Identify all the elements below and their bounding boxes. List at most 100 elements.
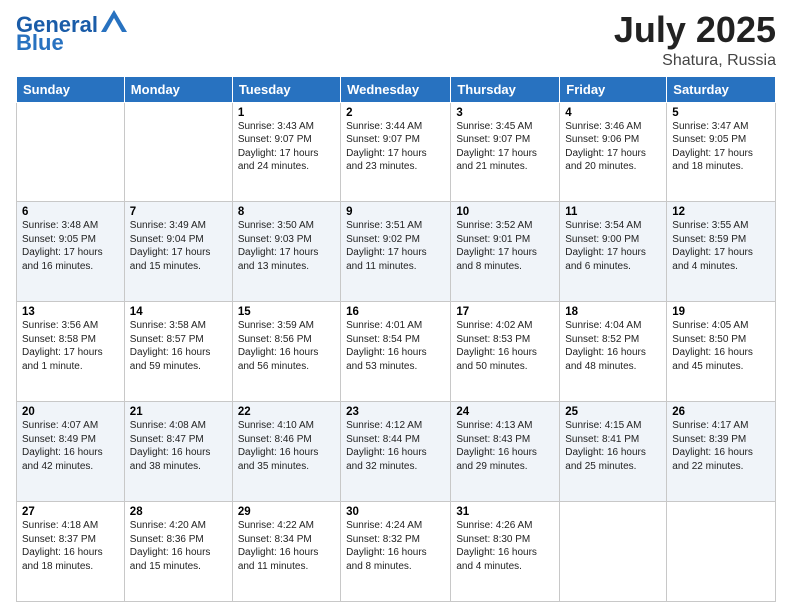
logo-text-blue: Blue bbox=[16, 32, 64, 54]
day-number: 14 bbox=[130, 306, 227, 318]
col-wednesday: Wednesday bbox=[341, 76, 451, 102]
logo: General Blue bbox=[16, 14, 127, 54]
logo-icon bbox=[101, 10, 127, 32]
table-cell: 25Sunrise: 4:15 AMSunset: 8:41 PMDayligh… bbox=[560, 402, 667, 502]
table-cell: 20Sunrise: 4:07 AMSunset: 8:49 PMDayligh… bbox=[17, 402, 125, 502]
col-friday: Friday bbox=[560, 76, 667, 102]
day-number: 10 bbox=[456, 206, 554, 218]
calendar-week-row: 6Sunrise: 3:48 AMSunset: 9:05 PMDaylight… bbox=[17, 202, 776, 302]
day-number: 13 bbox=[22, 306, 119, 318]
table-cell bbox=[17, 102, 125, 202]
day-number: 18 bbox=[565, 306, 661, 318]
table-cell bbox=[560, 502, 667, 602]
day-info: Sunrise: 3:51 AMSunset: 9:02 PMDaylight:… bbox=[346, 219, 445, 273]
header: General Blue July 2025 Shatura, Russia bbox=[16, 10, 776, 70]
day-info: Sunrise: 3:44 AMSunset: 9:07 PMDaylight:… bbox=[346, 120, 445, 174]
day-number: 2 bbox=[346, 107, 445, 119]
day-number: 9 bbox=[346, 206, 445, 218]
day-number: 1 bbox=[238, 107, 335, 119]
table-cell: 1Sunrise: 3:43 AMSunset: 9:07 PMDaylight… bbox=[232, 102, 340, 202]
table-cell: 6Sunrise: 3:48 AMSunset: 9:05 PMDaylight… bbox=[17, 202, 125, 302]
day-number: 6 bbox=[22, 206, 119, 218]
day-number: 21 bbox=[130, 406, 227, 418]
table-cell: 22Sunrise: 4:10 AMSunset: 8:46 PMDayligh… bbox=[232, 402, 340, 502]
day-info: Sunrise: 4:15 AMSunset: 8:41 PMDaylight:… bbox=[565, 419, 661, 473]
day-number: 29 bbox=[238, 506, 335, 518]
day-info: Sunrise: 3:52 AMSunset: 9:01 PMDaylight:… bbox=[456, 219, 554, 273]
day-number: 3 bbox=[456, 107, 554, 119]
day-number: 17 bbox=[456, 306, 554, 318]
table-cell: 12Sunrise: 3:55 AMSunset: 8:59 PMDayligh… bbox=[667, 202, 776, 302]
day-info: Sunrise: 3:50 AMSunset: 9:03 PMDaylight:… bbox=[238, 219, 335, 273]
day-number: 23 bbox=[346, 406, 445, 418]
day-info: Sunrise: 4:17 AMSunset: 8:39 PMDaylight:… bbox=[672, 419, 770, 473]
day-info: Sunrise: 3:46 AMSunset: 9:06 PMDaylight:… bbox=[565, 120, 661, 174]
day-info: Sunrise: 4:07 AMSunset: 8:49 PMDaylight:… bbox=[22, 419, 119, 473]
table-cell: 3Sunrise: 3:45 AMSunset: 9:07 PMDaylight… bbox=[451, 102, 560, 202]
col-sunday: Sunday bbox=[17, 76, 125, 102]
table-cell: 2Sunrise: 3:44 AMSunset: 9:07 PMDaylight… bbox=[341, 102, 451, 202]
day-info: Sunrise: 3:43 AMSunset: 9:07 PMDaylight:… bbox=[238, 120, 335, 174]
table-cell: 7Sunrise: 3:49 AMSunset: 9:04 PMDaylight… bbox=[124, 202, 232, 302]
day-info: Sunrise: 4:26 AMSunset: 8:30 PMDaylight:… bbox=[456, 519, 554, 573]
day-info: Sunrise: 4:08 AMSunset: 8:47 PMDaylight:… bbox=[130, 419, 227, 473]
day-info: Sunrise: 4:13 AMSunset: 8:43 PMDaylight:… bbox=[456, 419, 554, 473]
day-info: Sunrise: 4:01 AMSunset: 8:54 PMDaylight:… bbox=[346, 319, 445, 373]
table-cell: 27Sunrise: 4:18 AMSunset: 8:37 PMDayligh… bbox=[17, 502, 125, 602]
day-number: 19 bbox=[672, 306, 770, 318]
table-cell: 31Sunrise: 4:26 AMSunset: 8:30 PMDayligh… bbox=[451, 502, 560, 602]
day-info: Sunrise: 4:20 AMSunset: 8:36 PMDaylight:… bbox=[130, 519, 227, 573]
table-cell: 13Sunrise: 3:56 AMSunset: 8:58 PMDayligh… bbox=[17, 302, 125, 402]
table-cell: 11Sunrise: 3:54 AMSunset: 9:00 PMDayligh… bbox=[560, 202, 667, 302]
day-info: Sunrise: 4:05 AMSunset: 8:50 PMDaylight:… bbox=[672, 319, 770, 373]
day-info: Sunrise: 3:56 AMSunset: 8:58 PMDaylight:… bbox=[22, 319, 119, 373]
day-number: 11 bbox=[565, 206, 661, 218]
day-info: Sunrise: 3:55 AMSunset: 8:59 PMDaylight:… bbox=[672, 219, 770, 273]
calendar-week-row: 20Sunrise: 4:07 AMSunset: 8:49 PMDayligh… bbox=[17, 402, 776, 502]
table-cell: 15Sunrise: 3:59 AMSunset: 8:56 PMDayligh… bbox=[232, 302, 340, 402]
calendar-week-row: 13Sunrise: 3:56 AMSunset: 8:58 PMDayligh… bbox=[17, 302, 776, 402]
day-info: Sunrise: 4:22 AMSunset: 8:34 PMDaylight:… bbox=[238, 519, 335, 573]
table-cell: 9Sunrise: 3:51 AMSunset: 9:02 PMDaylight… bbox=[341, 202, 451, 302]
day-number: 15 bbox=[238, 306, 335, 318]
table-cell: 23Sunrise: 4:12 AMSunset: 8:44 PMDayligh… bbox=[341, 402, 451, 502]
day-number: 8 bbox=[238, 206, 335, 218]
day-info: Sunrise: 3:54 AMSunset: 9:00 PMDaylight:… bbox=[565, 219, 661, 273]
table-cell bbox=[667, 502, 776, 602]
calendar-table: Sunday Monday Tuesday Wednesday Thursday… bbox=[16, 76, 776, 602]
table-cell: 8Sunrise: 3:50 AMSunset: 9:03 PMDaylight… bbox=[232, 202, 340, 302]
day-info: Sunrise: 3:59 AMSunset: 8:56 PMDaylight:… bbox=[238, 319, 335, 373]
table-cell: 17Sunrise: 4:02 AMSunset: 8:53 PMDayligh… bbox=[451, 302, 560, 402]
table-cell: 30Sunrise: 4:24 AMSunset: 8:32 PMDayligh… bbox=[341, 502, 451, 602]
day-number: 26 bbox=[672, 406, 770, 418]
day-number: 22 bbox=[238, 406, 335, 418]
day-info: Sunrise: 4:02 AMSunset: 8:53 PMDaylight:… bbox=[456, 319, 554, 373]
day-info: Sunrise: 4:18 AMSunset: 8:37 PMDaylight:… bbox=[22, 519, 119, 573]
day-info: Sunrise: 4:12 AMSunset: 8:44 PMDaylight:… bbox=[346, 419, 445, 473]
day-number: 24 bbox=[456, 406, 554, 418]
table-cell: 19Sunrise: 4:05 AMSunset: 8:50 PMDayligh… bbox=[667, 302, 776, 402]
calendar-week-row: 1Sunrise: 3:43 AMSunset: 9:07 PMDaylight… bbox=[17, 102, 776, 202]
table-cell: 16Sunrise: 4:01 AMSunset: 8:54 PMDayligh… bbox=[341, 302, 451, 402]
table-cell: 4Sunrise: 3:46 AMSunset: 9:06 PMDaylight… bbox=[560, 102, 667, 202]
col-thursday: Thursday bbox=[451, 76, 560, 102]
day-info: Sunrise: 4:10 AMSunset: 8:46 PMDaylight:… bbox=[238, 419, 335, 473]
calendar-week-row: 27Sunrise: 4:18 AMSunset: 8:37 PMDayligh… bbox=[17, 502, 776, 602]
table-cell: 21Sunrise: 4:08 AMSunset: 8:47 PMDayligh… bbox=[124, 402, 232, 502]
title-month: July 2025 bbox=[614, 10, 776, 50]
day-number: 5 bbox=[672, 107, 770, 119]
table-cell: 14Sunrise: 3:58 AMSunset: 8:57 PMDayligh… bbox=[124, 302, 232, 402]
day-number: 7 bbox=[130, 206, 227, 218]
table-cell: 24Sunrise: 4:13 AMSunset: 8:43 PMDayligh… bbox=[451, 402, 560, 502]
table-cell: 26Sunrise: 4:17 AMSunset: 8:39 PMDayligh… bbox=[667, 402, 776, 502]
day-number: 12 bbox=[672, 206, 770, 218]
day-info: Sunrise: 3:47 AMSunset: 9:05 PMDaylight:… bbox=[672, 120, 770, 174]
day-number: 4 bbox=[565, 107, 661, 119]
page: General Blue July 2025 Shatura, Russia S… bbox=[0, 0, 792, 612]
col-monday: Monday bbox=[124, 76, 232, 102]
day-number: 20 bbox=[22, 406, 119, 418]
day-number: 31 bbox=[456, 506, 554, 518]
title-block: July 2025 Shatura, Russia bbox=[614, 10, 776, 70]
col-tuesday: Tuesday bbox=[232, 76, 340, 102]
day-info: Sunrise: 3:45 AMSunset: 9:07 PMDaylight:… bbox=[456, 120, 554, 174]
